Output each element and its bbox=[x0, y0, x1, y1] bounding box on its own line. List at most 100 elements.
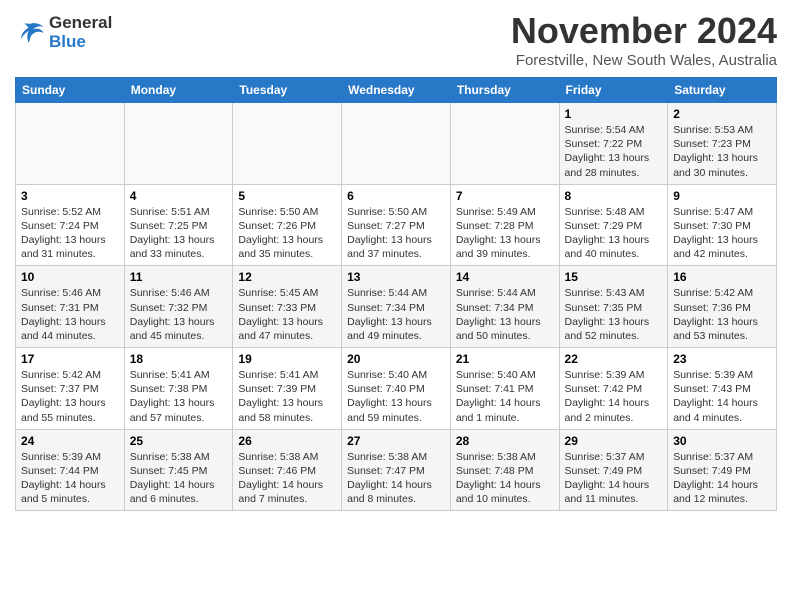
calendar-cell: 13 Sunrise: 5:44 AMSunset: 7:34 PMDayligh… bbox=[342, 266, 451, 348]
day-info: Sunrise: 5:54 AMSunset: 7:22 PMDaylight:… bbox=[565, 123, 663, 180]
day-number: 17 bbox=[21, 352, 119, 366]
days-header-row: SundayMondayTuesdayWednesdayThursdayFrid… bbox=[16, 78, 777, 103]
day-number: 23 bbox=[673, 352, 771, 366]
day-header-thursday: Thursday bbox=[450, 78, 559, 103]
day-number: 21 bbox=[456, 352, 554, 366]
location-title: Forestville, New South Wales, Australia bbox=[511, 52, 777, 69]
calendar-cell: 29 Sunrise: 5:37 AMSunset: 7:49 PMDayligh… bbox=[559, 429, 668, 511]
calendar-cell: 11 Sunrise: 5:46 AMSunset: 7:32 PMDayligh… bbox=[124, 266, 233, 348]
day-info: Sunrise: 5:38 AMSunset: 7:45 PMDaylight:… bbox=[130, 450, 228, 507]
calendar-cell: 4Sunrise: 5:51 AMSunset: 7:25 PMDaylight… bbox=[124, 184, 233, 266]
day-info: Sunrise: 5:46 AMSunset: 7:32 PMDaylight:… bbox=[130, 286, 228, 343]
day-header-monday: Monday bbox=[124, 78, 233, 103]
day-info: Sunrise: 5:41 AMSunset: 7:38 PMDaylight:… bbox=[130, 368, 228, 425]
calendar-cell: 25 Sunrise: 5:38 AMSunset: 7:45 PMDayligh… bbox=[124, 429, 233, 511]
day-number: 22 bbox=[565, 352, 663, 366]
calendar-cell bbox=[450, 103, 559, 185]
day-number: 15 bbox=[565, 270, 663, 284]
day-number: 19 bbox=[238, 352, 336, 366]
day-number: 9 bbox=[673, 189, 771, 203]
day-info: Sunrise: 5:37 AMSunset: 7:49 PMDaylight:… bbox=[565, 450, 663, 507]
day-info: Sunrise: 5:44 AMSunset: 7:34 PMDaylight:… bbox=[456, 286, 554, 343]
calendar-cell bbox=[233, 103, 342, 185]
day-info: Sunrise: 5:50 AMSunset: 7:26 PMDaylight:… bbox=[238, 205, 336, 262]
calendar-cell: 20 Sunrise: 5:40 AMSunset: 7:40 PMDayligh… bbox=[342, 348, 451, 430]
day-header-friday: Friday bbox=[559, 78, 668, 103]
day-number: 10 bbox=[21, 270, 119, 284]
calendar-cell: 9 Sunrise: 5:47 AMSunset: 7:30 PMDaylight… bbox=[668, 184, 777, 266]
calendar-cell: 14 Sunrise: 5:44 AMSunset: 7:34 PMDayligh… bbox=[450, 266, 559, 348]
calendar-week-row: 17 Sunrise: 5:42 AMSunset: 7:37 PMDayligh… bbox=[16, 348, 777, 430]
day-number: 12 bbox=[238, 270, 336, 284]
day-number: 24 bbox=[21, 434, 119, 448]
day-info: Sunrise: 5:40 AMSunset: 7:40 PMDaylight:… bbox=[347, 368, 445, 425]
calendar-cell: 7Sunrise: 5:49 AMSunset: 7:28 PMDaylight… bbox=[450, 184, 559, 266]
calendar-cell: 23 Sunrise: 5:39 AMSunset: 7:43 PMDayligh… bbox=[668, 348, 777, 430]
day-number: 25 bbox=[130, 434, 228, 448]
calendar-cell bbox=[342, 103, 451, 185]
calendar-cell: 15 Sunrise: 5:43 AMSunset: 7:35 PMDayligh… bbox=[559, 266, 668, 348]
day-info: Sunrise: 5:45 AMSunset: 7:33 PMDaylight:… bbox=[238, 286, 336, 343]
day-info: Sunrise: 5:40 AMSunset: 7:41 PMDaylight:… bbox=[456, 368, 554, 425]
calendar-cell: 26Sunrise: 5:38 AMSunset: 7:46 PMDayligh… bbox=[233, 429, 342, 511]
day-number: 14 bbox=[456, 270, 554, 284]
calendar-week-row: 10Sunrise: 5:46 AMSunset: 7:31 PMDayligh… bbox=[16, 266, 777, 348]
header: General Blue November 2024 Forestville, … bbox=[15, 10, 777, 69]
day-info: Sunrise: 5:42 AMSunset: 7:37 PMDaylight:… bbox=[21, 368, 119, 425]
day-header-tuesday: Tuesday bbox=[233, 78, 342, 103]
day-info: Sunrise: 5:42 AMSunset: 7:36 PMDaylight:… bbox=[673, 286, 771, 343]
day-number: 6 bbox=[347, 189, 445, 203]
day-header-sunday: Sunday bbox=[16, 78, 125, 103]
calendar-cell: 22 Sunrise: 5:39 AMSunset: 7:42 PMDayligh… bbox=[559, 348, 668, 430]
calendar-cell: 16 Sunrise: 5:42 AMSunset: 7:36 PMDayligh… bbox=[668, 266, 777, 348]
calendar-week-row: 1Sunrise: 5:54 AMSunset: 7:22 PMDaylight… bbox=[16, 103, 777, 185]
day-number: 18 bbox=[130, 352, 228, 366]
calendar-cell: 27 Sunrise: 5:38 AMSunset: 7:47 PMDayligh… bbox=[342, 429, 451, 511]
day-info: Sunrise: 5:44 AMSunset: 7:34 PMDaylight:… bbox=[347, 286, 445, 343]
day-number: 13 bbox=[347, 270, 445, 284]
day-number: 28 bbox=[456, 434, 554, 448]
calendar-cell: 1Sunrise: 5:54 AMSunset: 7:22 PMDaylight… bbox=[559, 103, 668, 185]
day-number: 30 bbox=[673, 434, 771, 448]
logo-icon bbox=[15, 18, 45, 48]
calendar-cell: 19 Sunrise: 5:41 AMSunset: 7:39 PMDayligh… bbox=[233, 348, 342, 430]
day-info: Sunrise: 5:50 AMSunset: 7:27 PMDaylight:… bbox=[347, 205, 445, 262]
calendar-cell: 10Sunrise: 5:46 AMSunset: 7:31 PMDayligh… bbox=[16, 266, 125, 348]
calendar-cell: 8Sunrise: 5:48 AMSunset: 7:29 PMDaylight… bbox=[559, 184, 668, 266]
day-info: Sunrise: 5:38 AMSunset: 7:48 PMDaylight:… bbox=[456, 450, 554, 507]
day-info: Sunrise: 5:47 AMSunset: 7:30 PMDaylight:… bbox=[673, 205, 771, 262]
calendar-cell: 17 Sunrise: 5:42 AMSunset: 7:37 PMDayligh… bbox=[16, 348, 125, 430]
logo: General Blue bbox=[15, 10, 112, 51]
calendar-cell: 18 Sunrise: 5:41 AMSunset: 7:38 PMDayligh… bbox=[124, 348, 233, 430]
day-number: 16 bbox=[673, 270, 771, 284]
calendar-cell: 21 Sunrise: 5:40 AMSunset: 7:41 PMDayligh… bbox=[450, 348, 559, 430]
day-number: 11 bbox=[130, 270, 228, 284]
day-number: 7 bbox=[456, 189, 554, 203]
calendar-week-row: 24 Sunrise: 5:39 AMSunset: 7:44 PMDayligh… bbox=[16, 429, 777, 511]
day-info: Sunrise: 5:41 AMSunset: 7:39 PMDaylight:… bbox=[238, 368, 336, 425]
day-info: Sunrise: 5:39 AMSunset: 7:44 PMDaylight:… bbox=[21, 450, 119, 507]
day-info: Sunrise: 5:38 AMSunset: 7:47 PMDaylight:… bbox=[347, 450, 445, 507]
day-info: Sunrise: 5:43 AMSunset: 7:35 PMDaylight:… bbox=[565, 286, 663, 343]
calendar-cell: 2 Sunrise: 5:53 AMSunset: 7:23 PMDaylight… bbox=[668, 103, 777, 185]
day-number: 26 bbox=[238, 434, 336, 448]
day-number: 27 bbox=[347, 434, 445, 448]
calendar-week-row: 3 Sunrise: 5:52 AMSunset: 7:24 PMDaylight… bbox=[16, 184, 777, 266]
day-number: 8 bbox=[565, 189, 663, 203]
day-number: 20 bbox=[347, 352, 445, 366]
calendar-cell: 12 Sunrise: 5:45 AMSunset: 7:33 PMDayligh… bbox=[233, 266, 342, 348]
day-number: 2 bbox=[673, 107, 771, 121]
calendar-cell: 5Sunrise: 5:50 AMSunset: 7:26 PMDaylight… bbox=[233, 184, 342, 266]
title-area: November 2024 Forestville, New South Wal… bbox=[511, 10, 777, 69]
calendar-cell: 30Sunrise: 5:37 AMSunset: 7:49 PMDayligh… bbox=[668, 429, 777, 511]
day-number: 29 bbox=[565, 434, 663, 448]
day-info: Sunrise: 5:53 AMSunset: 7:23 PMDaylight:… bbox=[673, 123, 771, 180]
day-info: Sunrise: 5:39 AMSunset: 7:43 PMDaylight:… bbox=[673, 368, 771, 425]
calendar-cell: 28 Sunrise: 5:38 AMSunset: 7:48 PMDayligh… bbox=[450, 429, 559, 511]
day-info: Sunrise: 5:39 AMSunset: 7:42 PMDaylight:… bbox=[565, 368, 663, 425]
calendar-cell bbox=[16, 103, 125, 185]
day-header-wednesday: Wednesday bbox=[342, 78, 451, 103]
day-number: 3 bbox=[21, 189, 119, 203]
day-info: Sunrise: 5:51 AMSunset: 7:25 PMDaylight:… bbox=[130, 205, 228, 262]
day-info: Sunrise: 5:52 AMSunset: 7:24 PMDaylight:… bbox=[21, 205, 119, 262]
